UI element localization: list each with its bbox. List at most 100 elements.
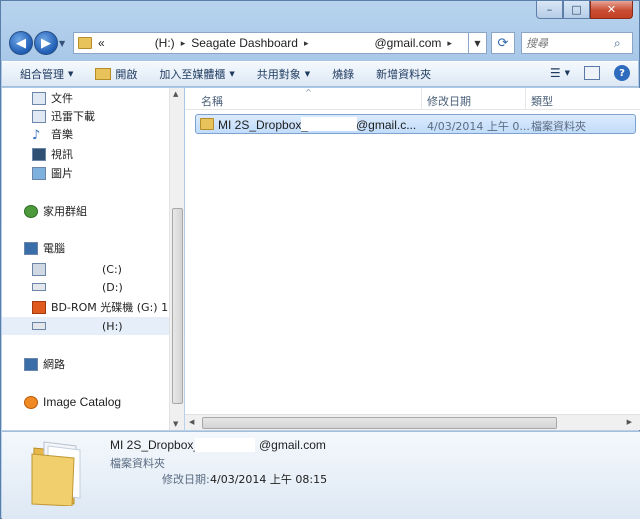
refresh-icon[interactable]: ⟳: [491, 32, 515, 54]
windows-drive-icon: [32, 262, 46, 276]
open-button[interactable]: 開啟: [95, 66, 137, 82]
caption-buttons: – □ ✕: [536, 1, 633, 21]
chevron-down-icon: ▼: [564, 69, 570, 77]
nav-item-pictures[interactable]: 圖片: [32, 164, 73, 182]
folder-icon: [31, 441, 81, 506]
search-box[interactable]: ⌕: [521, 32, 633, 54]
breadcrumb-separator[interactable]: ▸: [447, 38, 452, 49]
breadcrumb-seagate[interactable]: Seagate Dashboard: [191, 36, 298, 50]
nav-item-drive-c[interactable]: (C:): [32, 260, 122, 278]
forward-button[interactable]: ▶: [34, 31, 58, 55]
navigation-scrollbar[interactable]: ▲ ▼: [169, 88, 184, 430]
nav-item-label: 網路: [43, 358, 65, 371]
nav-item-drive-g[interactable]: BD-ROM 光碟機 (G:) 15.: [32, 298, 179, 316]
share-with-button[interactable]: 共用對象 ▼: [257, 66, 310, 82]
file-type: 檔案資料夾: [531, 120, 586, 133]
nav-item-network[interactable]: 網路: [24, 355, 65, 373]
share-with-label: 共用對象: [256, 68, 301, 81]
minimize-button[interactable]: –: [536, 1, 563, 19]
breadcrumb-separator[interactable]: ▸: [181, 38, 186, 49]
documents-icon: [32, 91, 46, 105]
add-to-library-button[interactable]: 加入至媒體櫃 ▼: [159, 66, 234, 82]
sort-arrow-icon: ^: [305, 88, 312, 97]
homegroup-icon: [24, 204, 38, 218]
nav-item-video[interactable]: 視訊: [32, 145, 73, 163]
redacted-drive-name: [51, 281, 97, 293]
view-options-button[interactable]: ☰ ▼: [550, 66, 570, 80]
recent-pages-dropdown[interactable]: ▼: [59, 39, 69, 48]
open-label: 開啟: [115, 68, 138, 81]
file-modified: 4/03/2014 上午 0...: [427, 120, 530, 133]
nav-item-label: (H:): [102, 319, 123, 333]
organize-button[interactable]: 組合管理 ▼: [20, 66, 73, 82]
folder-icon: [78, 37, 92, 49]
search-input[interactable]: [526, 36, 614, 50]
column-modified[interactable]: 修改日期: [427, 93, 471, 109]
breadcrumb-drive[interactable]: (H:): [155, 36, 175, 50]
video-icon: [32, 147, 46, 161]
maximize-button[interactable]: □: [563, 1, 590, 19]
scrollbar-thumb[interactable]: [202, 417, 557, 429]
nav-item-label: (D:): [102, 280, 123, 294]
selected-item-type: 檔案資料夾: [110, 457, 165, 470]
nav-item-label: Image Catalog: [43, 395, 122, 409]
scroll-right-icon[interactable]: ▶: [627, 418, 632, 426]
nav-item-thunder-download[interactable]: 迅雷下載: [32, 107, 95, 125]
office-disc-icon: [32, 300, 46, 314]
nav-item-label: 文件: [51, 92, 73, 105]
column-name[interactable]: 名稱: [201, 93, 223, 109]
nav-item-drive-d[interactable]: (D:): [32, 278, 123, 296]
scroll-left-icon[interactable]: ◀: [189, 418, 194, 426]
help-icon[interactable]: ?: [614, 65, 630, 81]
address-dropdown[interactable]: ▼: [469, 32, 487, 54]
scroll-up-icon[interactable]: ▲: [173, 90, 178, 98]
new-folder-label: 新增資料夾: [376, 68, 432, 81]
column-headers: 名稱 ^ 修改日期 類型: [185, 88, 640, 110]
nav-item-homegroup[interactable]: 家用群組: [24, 202, 87, 220]
nav-item-computer[interactable]: 電腦: [24, 239, 65, 257]
breadcrumb-account[interactable]: @gmail.com: [375, 36, 442, 50]
external-drive-icon: [32, 322, 46, 330]
address-bar[interactable]: « (H:) ▸ Seagate Dashboard ▸ @gmail.com …: [73, 32, 469, 54]
scroll-down-icon[interactable]: ▼: [173, 420, 178, 428]
nav-item-music[interactable]: ♪ 音樂: [32, 125, 73, 143]
nav-item-label: BD-ROM 光碟機 (G:) 15.: [51, 301, 179, 314]
new-folder-button[interactable]: 新增資料夾: [376, 66, 431, 82]
table-row[interactable]: MI 2S_Dropbox_ @gmail.c... 4/03/2014 上午 …: [195, 114, 636, 134]
organize-label: 組合管理: [20, 68, 64, 81]
search-icon[interactable]: ⌕: [614, 36, 621, 51]
burn-button[interactable]: 燒錄: [332, 66, 354, 82]
column-divider[interactable]: [525, 88, 526, 110]
navigation-pane: 文件 迅雷下載 ♪ 音樂 視訊 圖片 家用群組 電腦 (C:) (D:) BD-…: [2, 88, 179, 430]
explorer-window: – □ ✕ ◀ ▶ ▼ « (H:) ▸ Seagate Dashboard ▸…: [0, 0, 640, 519]
redacted-account: [301, 117, 357, 131]
nav-item-label: 迅雷下載: [51, 110, 95, 123]
close-button[interactable]: ✕: [590, 1, 633, 19]
pictures-icon: [32, 166, 46, 180]
add-to-library-label: 加入至媒體櫃: [159, 68, 226, 81]
chevron-down-icon: ▼: [68, 70, 74, 78]
music-icon: ♪: [32, 127, 41, 143]
horizontal-scrollbar[interactable]: ◀ ▶: [185, 414, 640, 430]
nav-item-label: 圖片: [51, 167, 73, 180]
selected-item-name-suffix: @gmail.com: [259, 438, 326, 452]
column-type[interactable]: 類型: [531, 93, 553, 109]
address-row: ◀ ▶ ▼ « (H:) ▸ Seagate Dashboard ▸ @gmai…: [9, 31, 633, 55]
modified-label: 修改日期:: [162, 473, 210, 486]
file-list: 名稱 ^ 修改日期 類型 MI 2S_Dropbox_ @gmail.c... …: [185, 88, 640, 430]
breadcrumb-separator[interactable]: ▸: [304, 38, 309, 49]
column-divider[interactable]: [421, 88, 422, 110]
nav-item-documents[interactable]: 文件: [32, 89, 73, 107]
toolbar-right: ☰ ▼ ?: [550, 65, 630, 81]
folder-icon: [200, 118, 214, 130]
file-name-prefix: MI 2S_Dropbox_: [218, 118, 309, 132]
preview-pane-icon[interactable]: [584, 66, 600, 80]
chevron-down-icon: ▼: [304, 70, 311, 78]
breadcrumb-overflow[interactable]: «: [98, 36, 105, 50]
scrollbar-thumb[interactable]: [172, 208, 183, 404]
file-name-suffix: @gmail.c...: [356, 118, 417, 132]
nav-item-image-catalog[interactable]: Image Catalog: [24, 393, 121, 411]
nav-item-drive-h[interactable]: (H:): [2, 317, 169, 335]
back-button[interactable]: ◀: [9, 31, 33, 55]
command-bar: 組合管理 ▼ 開啟 加入至媒體櫃 ▼ 共用對象 ▼ 燒錄 新增資料夾 ☰ ▼ ?: [2, 61, 638, 87]
